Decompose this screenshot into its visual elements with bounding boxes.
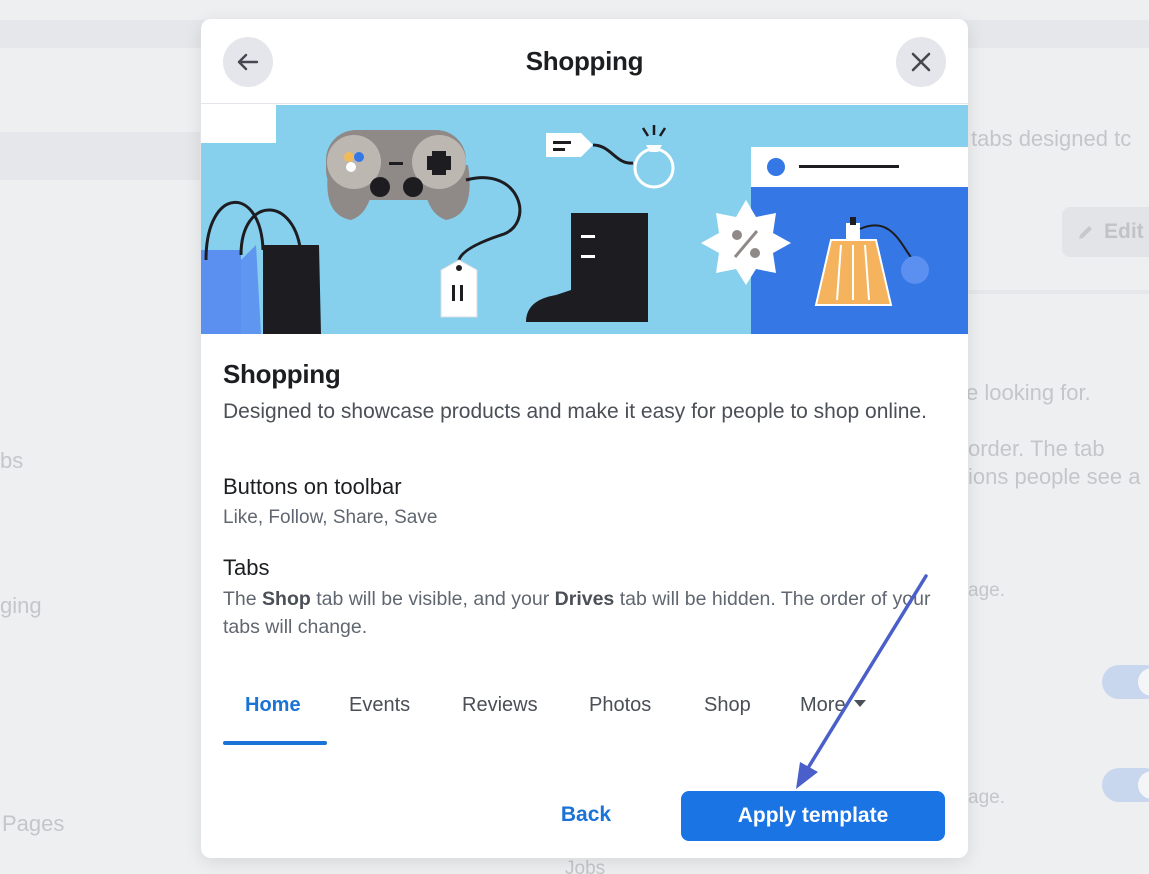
active-tab-indicator — [223, 741, 327, 745]
tabs-desc-shop: Shop — [262, 588, 311, 610]
tabs-desc-part2: tab will be visible, and your — [310, 588, 555, 610]
tab-more[interactable]: More — [800, 687, 866, 727]
bg-edit-label: Edit — [1104, 220, 1144, 243]
bg-text-looking-for: e looking for. — [966, 380, 1091, 405]
shopping-illustration — [201, 105, 968, 334]
tabs-desc-part1: The — [223, 588, 263, 610]
toolbar-buttons-heading: Buttons on toolbar — [223, 474, 402, 499]
template-description: Designed to showcase products and make i… — [223, 400, 927, 423]
bg-toggle-2 — [1102, 768, 1149, 802]
tab-photos[interactable]: Photos — [589, 687, 651, 727]
close-button[interactable] — [896, 37, 946, 87]
tabs-description: The Shop tab will be visible, and your D… — [223, 585, 943, 641]
bg-text-page-1: age. — [968, 580, 1005, 601]
back-button[interactable]: Back — [541, 791, 631, 839]
tab-more-label: More — [800, 694, 846, 716]
bg-text-jobs: Jobs — [565, 858, 606, 874]
template-name: Shopping — [223, 359, 341, 389]
apply-template-button[interactable]: Apply template — [681, 791, 945, 841]
bg-text-tabs: bs — [0, 448, 24, 473]
tab-shop[interactable]: Shop — [704, 687, 751, 727]
bg-text-options: ions people see a — [968, 464, 1141, 489]
caret-down-icon — [853, 700, 866, 708]
close-icon — [911, 52, 931, 72]
template-dialog: Shopping Shopping Designed to showcase p… — [201, 19, 968, 858]
tab-events[interactable]: Events — [349, 687, 410, 727]
bg-sidebar-row — [0, 132, 200, 180]
bg-edit-button: Edit — [1062, 207, 1149, 257]
bg-text-tabs-designed: l tabs designed tc — [960, 126, 1132, 151]
template-details: Shopping Designed to showcase products a… — [223, 359, 943, 638]
tabs-desc-drives: Drives — [554, 588, 615, 610]
dialog-header: Shopping — [201, 19, 968, 104]
tab-reviews[interactable]: Reviews — [462, 687, 538, 727]
bg-text-messaging: ging — [0, 593, 42, 618]
bg-text-order: order. The tab — [968, 436, 1105, 461]
bg-toggle-1 — [1102, 665, 1149, 699]
tab-home[interactable]: Home — [245, 687, 301, 727]
tabs-heading: Tabs — [223, 555, 270, 580]
pencil-icon — [1079, 226, 1092, 239]
bg-text-pages: Pages — [2, 811, 65, 836]
bg-text-page-2: age. — [968, 787, 1005, 808]
toolbar-buttons-value: Like, Follow, Share, Save — [223, 507, 438, 528]
dialog-title: Shopping — [525, 46, 644, 76]
bg-divider — [968, 290, 1149, 294]
preview-tab-bar: Home Events Reviews Photos Shop More — [223, 687, 943, 747]
